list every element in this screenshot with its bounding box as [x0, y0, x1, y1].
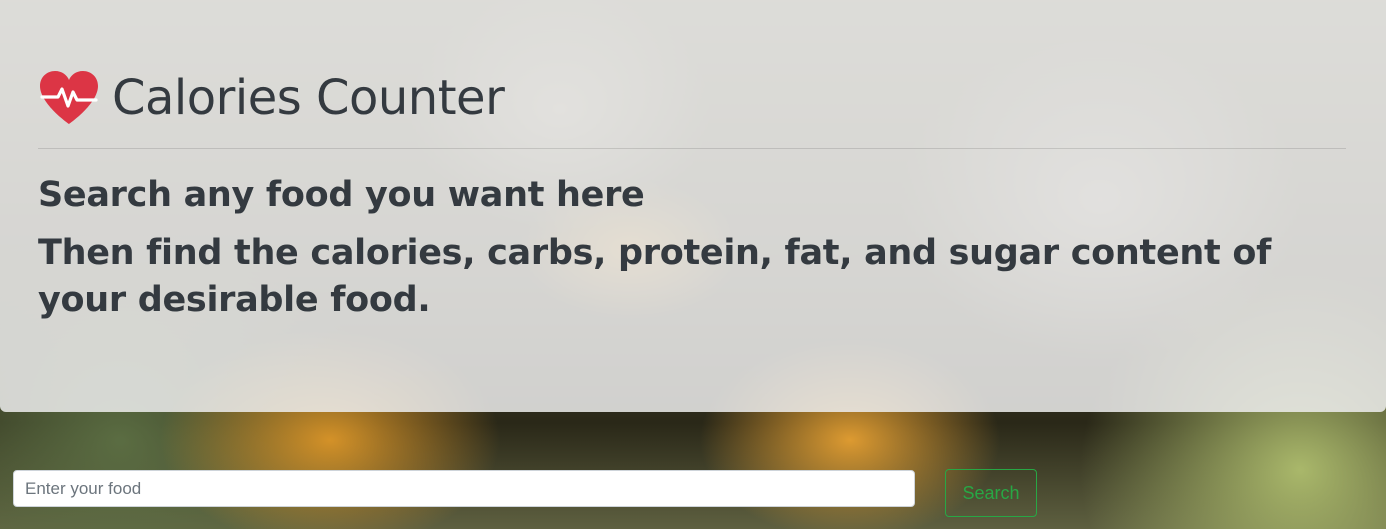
search-button[interactable]: Search: [945, 469, 1037, 517]
hero-panel: Calories Counter Search any food you wan…: [0, 0, 1386, 412]
food-search-input[interactable]: [13, 470, 915, 507]
divider: [38, 148, 1346, 149]
heartbeat-icon: [40, 71, 98, 124]
page-title: Calories Counter: [112, 70, 505, 126]
title-row: Calories Counter: [38, 66, 505, 130]
intro-line-2: Then find the calories, carbs, protein, …: [38, 233, 1271, 320]
intro-line-1: Search any food you want here: [38, 175, 645, 215]
